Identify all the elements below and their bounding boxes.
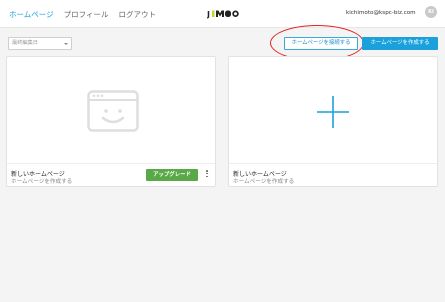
dashboard-page: ホームページ プロフィール ログアウト J kichimoto@kspc-biz… xyxy=(0,0,445,302)
user-email[interactable]: kichimoto@kspc-biz.com xyxy=(346,10,416,16)
upgrade-button[interactable]: アップグレード xyxy=(146,169,198,181)
website-card-subtitle: ホームページを作成する xyxy=(11,179,73,185)
website-preview[interactable] xyxy=(7,57,215,163)
new-website-card[interactable]: 新しいホームページ ホームページを作成する xyxy=(228,56,438,187)
top-header: ホームページ プロフィール ログアウト J kichimoto@kspc-biz… xyxy=(0,0,445,28)
website-card[interactable]: 新しいホームページ ホームページを作成する アップグレード xyxy=(6,56,216,187)
plus-icon xyxy=(317,96,349,128)
avatar[interactable]: KI xyxy=(425,6,437,18)
sort-select-value: 最終編集日 xyxy=(12,40,38,46)
create-homepage-button[interactable]: ホームページを作成する xyxy=(362,37,438,50)
jimdo-logo[interactable]: J xyxy=(207,9,239,19)
main-nav: ホームページ プロフィール ログアウト xyxy=(9,9,156,20)
sort-select[interactable]: 最終編集日 xyxy=(8,37,72,50)
new-website-card-subtitle: ホームページを作成する xyxy=(233,179,295,185)
svg-text:J: J xyxy=(207,10,210,19)
website-card-footer: 新しいホームページ ホームページを作成する アップグレード xyxy=(7,163,215,188)
more-options-icon[interactable] xyxy=(205,170,209,180)
nav-item-homepage[interactable]: ホームページ xyxy=(9,9,54,20)
chevron-down-icon xyxy=(64,43,68,45)
browser-smiley-icon xyxy=(87,90,139,132)
nav-item-profile[interactable]: プロフィール xyxy=(64,9,109,20)
nav-item-logout[interactable]: ログアウト xyxy=(118,9,156,20)
jimdo-logo-mark: J xyxy=(207,10,239,19)
new-website-card-footer: 新しいホームページ ホームページを作成する xyxy=(229,163,437,188)
new-website-preview[interactable] xyxy=(229,57,437,163)
